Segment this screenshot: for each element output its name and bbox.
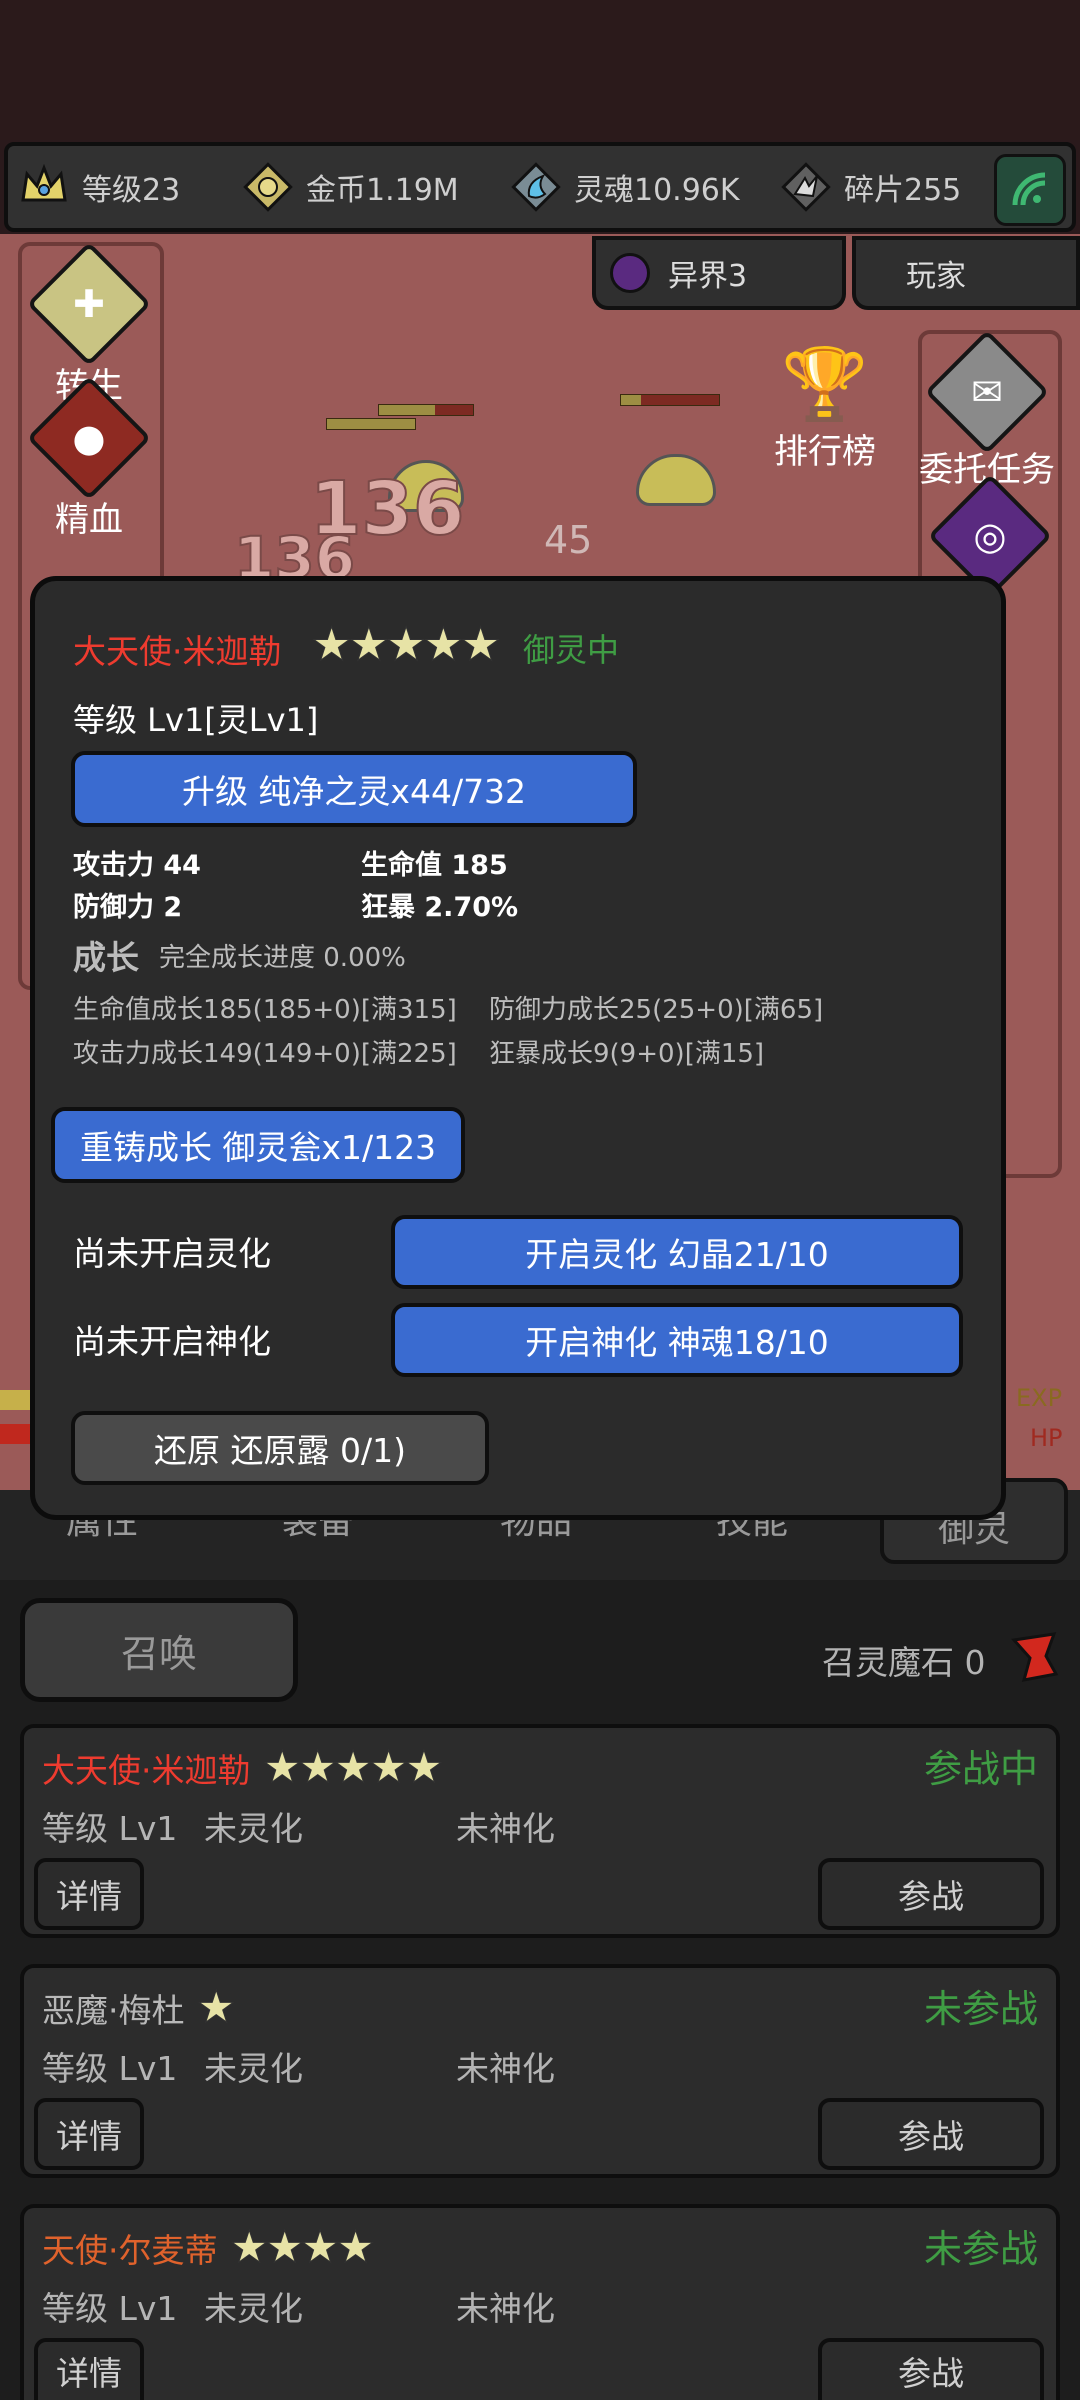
spirit-card: 大天使·米迦勒 ★★★★★ 参战中 等级 Lv1 未灵化 未神化 详情 参战	[20, 1724, 1060, 1938]
restore-button[interactable]: 还原 还原露 0/1)	[71, 1411, 489, 1485]
gold-resource: 金币1.19M	[240, 146, 459, 228]
card-divine-state: 未神化	[456, 2289, 555, 2328]
summon-button-label: 召唤	[120, 1631, 197, 1676]
soul-icon	[508, 159, 564, 215]
growth-progress: 完全成长进度 0.00%	[159, 943, 406, 973]
spirit-card: 天使·尔麦蒂 ★★★★ 未参战 等级 Lv1 未灵化 未神化 详情 参战	[20, 2204, 1060, 2400]
card-level: 等级 Lv1	[42, 2049, 178, 2088]
shard-text: 碎片255	[844, 173, 962, 208]
player-tab[interactable]: 玩家	[852, 236, 1080, 310]
divine-status-text: 尚未开启神化	[73, 1322, 271, 1361]
recast-growth-button[interactable]: 重铸成长 御灵瓮x1/123	[51, 1107, 465, 1183]
spirit-state: 御灵中	[523, 631, 620, 669]
join-battle-button[interactable]: 参战	[818, 2098, 1044, 2170]
card-name-row: 天使·尔麦蒂 ★★★★	[42, 2222, 376, 2274]
star-rating-icon: ★	[196, 1982, 236, 2034]
monster-hp-bar	[378, 404, 474, 416]
ranking-button[interactable]: 🏆 排行榜	[770, 344, 880, 473]
unlock-spirit-button[interactable]: 开启灵化 幻晶21/10	[391, 1215, 963, 1289]
card-spirit-name: 大天使·米迦勒	[42, 1750, 251, 1790]
growth-attack: 攻击力成长149(149+0)[满225]	[73, 1039, 457, 1069]
card-level: 等级 Lv1	[42, 2289, 178, 2328]
monster-hp-bar	[620, 394, 720, 406]
stat-attack: 攻击力 44	[73, 850, 201, 881]
slime-monster	[636, 454, 716, 506]
card-battle-status: 未参战	[923, 2227, 1038, 2271]
star-rating-icon: ★★★★★	[262, 1742, 444, 1794]
hp-label: HP	[1030, 1424, 1063, 1452]
spirit-name: 大天使·米迦勒	[73, 632, 282, 671]
quest-button[interactable]: ✉ 委托任务	[912, 329, 1062, 491]
detail-button[interactable]: 详情	[34, 1858, 144, 1930]
red-gem-icon	[1010, 1630, 1060, 1688]
card-spirit-state: 未灵化	[204, 1809, 303, 1848]
soul-text: 灵魂10.96K	[574, 173, 740, 208]
crown-icon	[16, 159, 72, 215]
join-battle-button[interactable]: 参战	[818, 1858, 1044, 1930]
growth-crit: 狂暴成长9(9+0)[满15]	[489, 1039, 765, 1069]
exp-label: EXP	[1016, 1384, 1063, 1412]
soul-resource: 灵魂10.96K	[508, 146, 740, 228]
detail-button[interactable]: 详情	[34, 2098, 144, 2170]
world-tab[interactable]: 异界3	[592, 236, 846, 310]
summon-stone-count: 召灵魔石 0	[822, 1643, 986, 1682]
join-battle-button[interactable]: 参战	[818, 2338, 1044, 2400]
unlock-divine-button[interactable]: 开启神化 神魂18/10	[391, 1303, 963, 1377]
card-divine-state: 未神化	[456, 2049, 555, 2088]
status-area	[0, 0, 1080, 140]
card-spirit-name: 恶魔·梅杜	[42, 1990, 185, 2030]
world-tab-label: 异界3	[668, 259, 748, 294]
spirit-card: 恶魔·梅杜 ★ 未参战 等级 Lv1 未灵化 未神化 详情 参战	[20, 1964, 1060, 2178]
summon-button[interactable]: 召唤	[20, 1598, 298, 1702]
level-text: 等级23	[82, 173, 181, 208]
resource-bar: 等级23 金币1.19M 灵魂10.96K 碎片255	[4, 142, 1076, 232]
detail-button[interactable]: 详情	[34, 2338, 144, 2400]
signal-icon	[1007, 165, 1053, 215]
monster-hp-bar	[326, 418, 416, 430]
star-rating-icon: ★★★★★	[310, 617, 501, 672]
trophy-icon: 🏆	[781, 343, 869, 425]
stat-crit: 狂暴 2.70%	[361, 892, 519, 923]
damage-number: 45	[544, 518, 593, 562]
card-level: 等级 Lv1	[42, 1809, 178, 1848]
spirit-status-text: 尚未开启灵化	[73, 1234, 271, 1273]
card-spirit-state: 未灵化	[204, 2289, 303, 2328]
level-resource: 等级23	[16, 146, 180, 228]
card-battle-status: 参战中	[923, 1747, 1038, 1791]
shard-icon	[778, 159, 834, 215]
ranking-label: 排行榜	[774, 432, 876, 472]
card-battle-status: 未参战	[923, 1987, 1038, 2031]
gold-text: 金币1.19M	[306, 173, 459, 208]
card-name-row: 大天使·米迦勒 ★★★★★	[42, 1742, 444, 1794]
stat-defense: 防御力 2	[73, 892, 183, 923]
summon-side-button[interactable]: ◎	[927, 473, 1053, 599]
card-spirit-name: 天使·尔麦蒂	[42, 2230, 218, 2270]
letter-icon: ✉	[924, 329, 1050, 455]
card-name-row: 恶魔·梅杜 ★	[42, 1982, 236, 2034]
growth-hp: 生命值成长185(185+0)[满315]	[73, 995, 457, 1025]
blood-essence-button[interactable]: ● 精血	[26, 375, 152, 541]
star-rating-icon: ★★★★	[229, 2222, 376, 2274]
spirit-detail-dialog: 大天使·米迦勒 ★★★★★ 御灵中 等级 Lv1[灵Lv1] 升级 纯净之灵x4…	[30, 576, 1006, 1520]
rebirth-icon: ✚	[26, 241, 152, 367]
growth-defense: 防御力成长25(25+0)[满65]	[489, 995, 824, 1025]
spirit-level: 等级 Lv1[灵Lv1]	[73, 701, 319, 739]
growth-title: 成长	[73, 938, 139, 977]
upgrade-button[interactable]: 升级 纯净之灵x44/732	[71, 751, 637, 827]
player-tab-label: 玩家	[906, 259, 966, 294]
card-divine-state: 未神化	[456, 1809, 555, 1848]
vortex-icon	[610, 253, 650, 293]
coin-icon	[240, 159, 296, 215]
stat-hp: 生命值 185	[361, 850, 508, 881]
blood-essence-label: 精血	[55, 500, 123, 540]
signal-button[interactable]	[994, 154, 1066, 226]
card-spirit-state: 未灵化	[204, 2049, 303, 2088]
meat-icon: ●	[26, 375, 152, 501]
shard-resource: 碎片255	[778, 146, 961, 228]
